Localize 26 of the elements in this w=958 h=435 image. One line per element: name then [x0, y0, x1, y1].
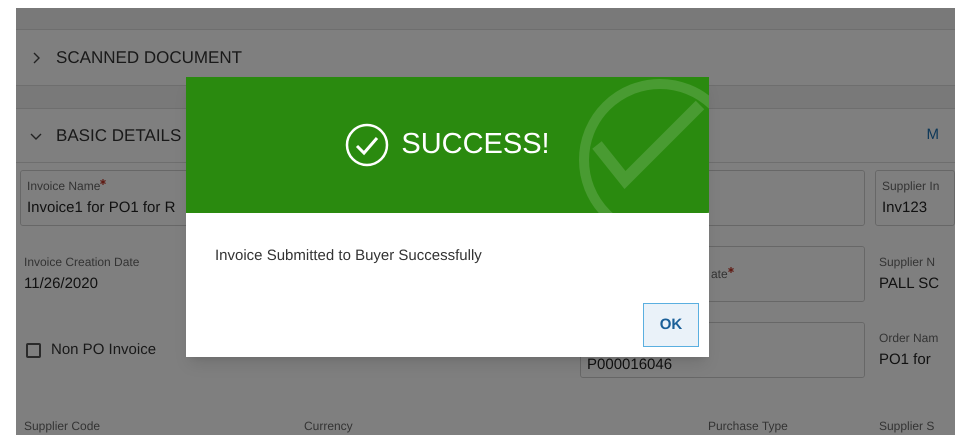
field-value: Inv123: [882, 198, 928, 218]
field-value: PO1 for: [879, 350, 931, 370]
section-title[interactable]: SCANNED DOCUMENT: [56, 44, 242, 70]
check-circle-icon: [345, 123, 390, 167]
field-label: Supplier In: [882, 178, 940, 195]
field-label: Currency: [304, 418, 353, 435]
field-label: ate: [711, 266, 728, 283]
input-field[interactable]: Supplier In Inv123: [875, 170, 955, 226]
field-label: Invoice Name: [27, 178, 100, 195]
field-label: Supplier S: [879, 418, 934, 435]
field-value: P000016046: [587, 354, 672, 374]
field-label: Supplier Code: [24, 418, 100, 435]
field-label: Purchase Type: [708, 418, 788, 435]
field-value: PALL SC: [879, 274, 940, 294]
field-label: Invoice Creation Date: [24, 254, 140, 271]
field-value: 11/26/2020: [24, 274, 98, 294]
section-title[interactable]: BASIC DETAILS: [56, 122, 182, 148]
field-label: Order Nam: [879, 330, 938, 347]
ok-button[interactable]: OK: [643, 303, 699, 347]
checkbox[interactable]: [26, 342, 41, 358]
field-value: Invoice1 for PO1 for R: [27, 198, 176, 218]
section-link[interactable]: M: [926, 124, 939, 147]
field-label: Supplier N: [879, 254, 936, 271]
dialog-title: SUCCESS!: [401, 127, 550, 162]
dialog-message: Invoice Submitted to Buyer Successfully: [215, 247, 482, 264]
checkbox-label: Non PO Invoice: [51, 340, 156, 360]
